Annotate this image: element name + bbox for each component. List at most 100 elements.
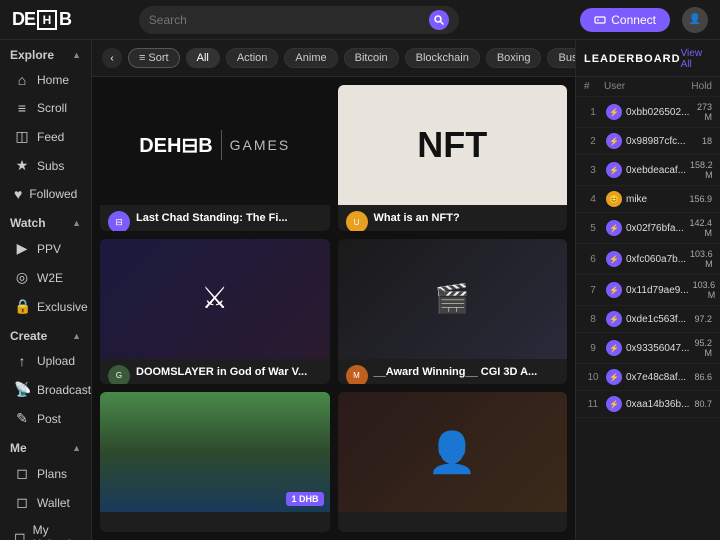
leaderboard-row-10[interactable]: 11 ⚡ 0xaa14b36b... 80.7 xyxy=(576,391,720,418)
sidebar-item-ppv[interactable]: ▶ PPV xyxy=(4,234,87,263)
lb-avatar-7: ⚡ xyxy=(606,311,622,327)
leaderboard-row-8[interactable]: 9 ⚡ 0x93356047... 95.2 M xyxy=(576,333,720,364)
avatar[interactable]: 👤 xyxy=(682,7,708,33)
lb-username-8: 0x93356047... xyxy=(626,343,689,354)
filter-boxing[interactable]: Boxing xyxy=(486,48,542,68)
create-section[interactable]: Create ▲ xyxy=(0,321,91,347)
cgi-icon: 🎬 xyxy=(435,282,470,315)
lb-user-7: ⚡ 0xde1c563f... xyxy=(606,311,690,327)
explore-section[interactable]: Explore ▲ xyxy=(0,40,91,66)
leaderboard-row-4[interactable]: 5 ⚡ 0x02f76bfa... 142.4 M xyxy=(576,213,720,244)
lb-username-0: 0xbb026502... xyxy=(626,107,689,118)
search-input[interactable] xyxy=(149,13,425,27)
search-icon[interactable] xyxy=(429,10,449,30)
leaderboard-row-5[interactable]: 6 ⚡ 0xfc060a7b... 103.6 M xyxy=(576,244,720,275)
filter-business[interactable]: Business xyxy=(547,48,575,68)
sidebar-item-upload-label: Upload xyxy=(37,354,75,368)
lb-rank-6: 7 xyxy=(584,285,602,296)
channel-avatar-2: G xyxy=(108,365,130,385)
filter-bitcoin[interactable]: Bitcoin xyxy=(344,48,399,68)
logo-divider xyxy=(221,130,222,160)
upload-icon: ↑ xyxy=(14,353,30,369)
video-title-2: DOOMSLAYER in God of War V... xyxy=(136,365,307,379)
me-section[interactable]: Me ▲ xyxy=(0,433,91,459)
leaderboard-rows: 1 ⚡ 0xbb026502... 273 M 2 ⚡ 0x98987cfc..… xyxy=(576,97,720,418)
leaderboard-view-all[interactable]: View All xyxy=(681,48,712,70)
leaderboard-row-9[interactable]: 10 ⚡ 0x7e48c8af... 86.6 xyxy=(576,364,720,391)
sidebar-item-subs[interactable]: ★ Subs xyxy=(4,151,87,180)
sidebar-item-post-label: Post xyxy=(37,412,61,426)
w2e-icon: ◎ xyxy=(14,269,30,286)
sidebar-item-home[interactable]: ⌂ Home xyxy=(4,66,87,94)
search-bar[interactable] xyxy=(139,6,459,34)
sidebar-item-wallet[interactable]: ◻ Wallet xyxy=(4,488,87,517)
filter-blockchain[interactable]: Blockchain xyxy=(405,48,480,68)
ppv-icon: ▶ xyxy=(14,240,30,257)
filter-sort[interactable]: ≡ Sort xyxy=(128,48,180,68)
doomslayer-icon: ⚔ xyxy=(201,281,228,316)
video-card-4[interactable]: 1 DHB xyxy=(100,392,330,532)
sidebar-item-plans[interactable]: ◻ Plans xyxy=(4,459,87,488)
sidebar-item-feed[interactable]: ◫ Feed xyxy=(4,122,87,151)
filter-boxing-label: Boxing xyxy=(497,52,531,64)
sidebar-item-exclusive[interactable]: 🔒 Exclusive xyxy=(4,292,87,321)
watch-section[interactable]: Watch ▲ xyxy=(0,208,91,234)
lb-holding-9: 86.6 xyxy=(694,372,712,382)
leaderboard-row-6[interactable]: 7 ⚡ 0x11d79ae9... 103.6 M xyxy=(576,275,720,306)
lb-rank-3: 4 xyxy=(584,194,602,205)
broadcast-icon: 📡 xyxy=(14,381,30,398)
filter-all[interactable]: All xyxy=(186,48,220,68)
lb-username-2: 0xebdeacaf... xyxy=(626,165,686,176)
lb-avatar-10: ⚡ xyxy=(606,396,622,412)
filter-action-label: Action xyxy=(237,52,268,64)
subs-icon: ★ xyxy=(14,157,30,174)
sidebar-item-w2e[interactable]: ◎ W2E xyxy=(4,263,87,292)
lb-holding-5: 103.6 M xyxy=(690,249,713,269)
sidebar-item-my-uploads-label: My Uploads xyxy=(33,523,77,540)
video-card-2[interactable]: ⚔ G DOOMSLAYER in God of War V... Gaming… xyxy=(100,239,330,385)
video-title-row-2: G DOOMSLAYER in God of War V... xyxy=(108,365,322,385)
video-card-3[interactable]: 🎬 M __Award Winning__ CGI 3D A... movies… xyxy=(338,239,568,385)
leaderboard-row-0[interactable]: 1 ⚡ 0xbb026502... 273 M xyxy=(576,97,720,128)
lb-avatar-6: ⚡ xyxy=(606,282,622,298)
content-area: ‹ ≡ Sort All Action Anime Bitcoin Blockc… xyxy=(92,40,575,540)
sidebar-item-scroll[interactable]: ≡ Scroll xyxy=(4,94,87,122)
me-chevron: ▲ xyxy=(72,443,81,453)
video-card-1[interactable]: NFT U What is an NFT? UNcle Designer TV … xyxy=(338,85,568,231)
lb-username-4: 0x02f76bfa... xyxy=(626,223,684,234)
video-title-row-0: ⊟ Last Chad Standing: The Fi... xyxy=(108,211,322,231)
sidebar-item-my-uploads[interactable]: ◻ My Uploads xyxy=(4,517,87,540)
leaderboard-row-3[interactable]: 4 😊 mike 156.9 xyxy=(576,186,720,213)
video-info-2: G DOOMSLAYER in God of War V... Gaming P… xyxy=(100,359,330,385)
lb-username-9: 0x7e48c8af... xyxy=(626,372,686,383)
connect-button[interactable]: Connect xyxy=(580,8,670,32)
logo-hub-icon: H xyxy=(37,10,57,30)
leaderboard-row-2[interactable]: 3 ⚡ 0xebdeacaf... 158.2 M xyxy=(576,155,720,186)
lb-user-1: ⚡ 0x98987cfc... xyxy=(606,133,698,149)
lb-avatar-4: ⚡ xyxy=(606,220,622,236)
sidebar-item-broadcast[interactable]: 📡 Broadcast xyxy=(4,375,87,404)
lb-rank-0: 1 xyxy=(584,107,602,118)
lb-username-6: 0x11d79ae9... xyxy=(626,285,689,296)
logo-b: B xyxy=(59,9,72,30)
leaderboard-row-7[interactable]: 8 ⚡ 0xde1c563f... 97.2 xyxy=(576,306,720,333)
video-card-5[interactable]: 👤 xyxy=(338,392,568,532)
video-card-0[interactable]: DEH⊟B GAMES ⊟ Last Chad Standing: The Fi… xyxy=(100,85,330,231)
sidebar-item-upload[interactable]: ↑ Upload xyxy=(4,347,87,375)
lb-avatar-1: ⚡ xyxy=(606,133,622,149)
plans-icon: ◻ xyxy=(14,465,30,482)
sidebar-item-feed-label: Feed xyxy=(37,130,64,144)
lb-rank-10: 11 xyxy=(584,399,602,410)
leaderboard-row-1[interactable]: 2 ⚡ 0x98987cfc... 18 xyxy=(576,128,720,155)
filter-anime[interactable]: Anime xyxy=(284,48,337,68)
filter-business-label: Business xyxy=(558,52,575,64)
filter-action[interactable]: Action xyxy=(226,48,279,68)
sidebar-item-plans-label: Plans xyxy=(37,467,67,481)
sidebar-item-followed[interactable]: ♥ Followed xyxy=(4,180,87,208)
leaderboard: LEADERBOARD View All # User Hold 1 ⚡ 0xb… xyxy=(575,40,720,540)
filter-prev-button[interactable]: ‹ xyxy=(102,48,122,68)
lb-holding-8: 95.2 M xyxy=(693,338,712,358)
sidebar-item-post[interactable]: ✎ Post xyxy=(4,404,87,433)
lb-holding-6: 103.6 M xyxy=(693,280,716,300)
sidebar-item-wallet-label: Wallet xyxy=(37,496,70,510)
